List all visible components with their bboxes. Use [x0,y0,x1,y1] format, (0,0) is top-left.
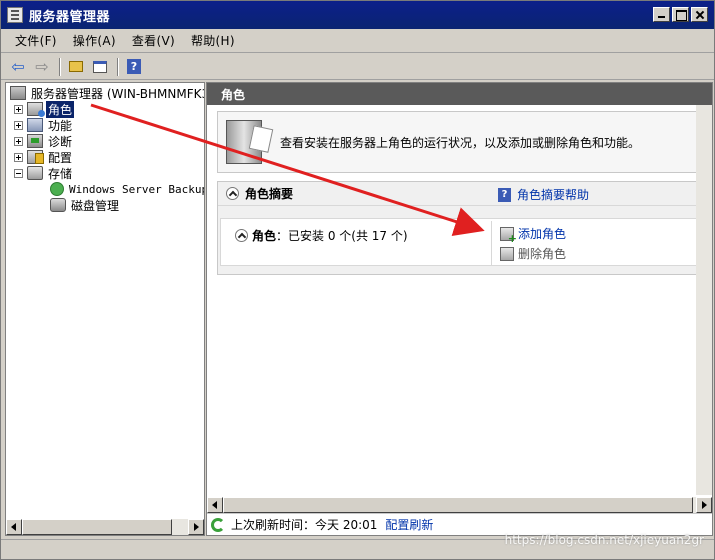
scroll-track[interactable] [223,497,696,513]
folder-up-icon [69,61,83,72]
scroll-right-button[interactable] [696,497,712,513]
roles-status: ：已安装 0 个(共 17 个) [276,229,408,243]
scroll-right-button[interactable] [188,519,204,535]
tree-root-label: 服务器管理器 (WIN-BHMNMFK33J [31,86,204,101]
collapse-roles-button[interactable] [235,229,248,242]
roles-summary-section: 角色摘要 ? 角色摘要帮助 角色 ：已安装 0 个(共 17 个) 添加角色 [217,181,707,275]
expand-toggle[interactable] [14,152,23,162]
roles-summary-body: 角色 ：已安装 0 个(共 17 个) 添加角色 删除角色 [220,218,706,266]
menu-help[interactable]: 帮助(H) [183,32,243,49]
tree-item-diagnostics[interactable]: 诊断 [14,133,74,149]
toolbar-separator [59,57,61,76]
console-tree-icon [93,60,107,73]
tree-item-label: 诊断 [48,134,73,149]
menu-view[interactable]: 查看(V) [124,32,183,49]
window-controls [653,7,708,22]
window-title: 服务器管理器 [29,9,111,25]
scroll-left-button[interactable] [207,497,223,513]
scroll-thumb[interactable] [22,519,172,535]
tree-item-features[interactable]: 功能 [14,117,74,133]
add-role-icon [500,226,517,245]
menu-file[interactable]: 文件(F) [7,32,65,49]
tree-item-label: 角色 [46,100,75,118]
tree-item-label: 配置 [48,150,73,165]
storage-icon [27,166,43,180]
tree-item-label: Windows Server Backup [69,182,204,196]
tree-horizontal-scrollbar[interactable] [6,519,204,535]
expand-toggle[interactable] [14,136,23,146]
help-link-label: 角色摘要帮助 [517,188,590,202]
disk-icon [50,198,66,212]
expand-toggle[interactable] [14,104,23,114]
maximize-button[interactable] [672,7,689,22]
back-button[interactable]: ⇦ [7,57,29,77]
last-refresh-text: 上次刷新时间：今天 20:01 [231,518,378,532]
diagnostics-icon [27,134,43,148]
roles-server-icon [226,120,262,164]
forward-arrow-icon: ⇨ [35,57,49,76]
server-manager-icon [7,7,23,23]
console-tree: 服务器管理器 (WIN-BHMNMFK33J 角色 功能 诊断 配置 存储 Wi… [6,83,204,519]
minimize-button[interactable] [653,7,670,22]
collapse-section-button[interactable] [226,187,239,200]
title-bar[interactable]: 服务器管理器 [1,1,714,29]
features-icon [27,118,43,132]
refresh-status-bar: 上次刷新时间：今天 20:01 配置刷新 [207,513,712,535]
details-header: 角色 [207,83,712,105]
intro-panel: 查看安装在服务器上角色的运行状况，以及添加或删除角色和功能。 [217,111,707,173]
section-title: 角色摘要 [245,187,294,201]
roles-actions: 添加角色 删除角色 [491,221,705,265]
section-header: 角色摘要 ? 角色摘要帮助 [218,182,706,206]
details-pane: 角色 查看安装在服务器上角色的运行状况，以及添加或删除角色和功能。 角色摘要 ?… [206,82,713,536]
configuration-icon [27,150,44,164]
scroll-left-button[interactable] [6,519,22,535]
help-icon: ? [127,59,141,74]
server-manager-window: 服务器管理器 文件(F) 操作(A) 查看(V) 帮助(H) ⇦ ⇨ ? 服务器… [0,0,715,560]
tree-root[interactable]: 服务器管理器 (WIN-BHMNMFK33J [10,85,204,101]
remove-role-icon [500,246,514,261]
scroll-track[interactable] [22,519,188,535]
help-button[interactable]: ? [123,57,145,77]
menu-action[interactable]: 操作(A) [65,32,124,49]
scroll-thumb[interactable] [223,497,693,513]
close-button[interactable] [691,7,708,22]
show-hide-tree-button[interactable] [89,57,111,77]
configure-refresh-link[interactable]: 配置刷新 [385,516,433,533]
toolbar-separator [117,57,119,76]
intro-text: 查看安装在服务器上角色的运行状况，以及添加或删除角色和功能。 [280,135,641,150]
details-horizontal-scrollbar[interactable] [207,497,712,513]
expand-toggle[interactable] [14,120,23,130]
up-folder-button[interactable] [65,57,87,77]
help-icon: ? [498,187,511,202]
forward-button[interactable]: ⇨ [31,57,53,77]
remove-roles-link[interactable]: 删除角色 [500,245,566,262]
server-icon [10,86,26,100]
add-roles-link[interactable]: 添加角色 [500,225,567,245]
tree-item-configuration[interactable]: 配置 [14,149,74,165]
add-roles-label: 添加角色 [518,227,567,241]
tree-item-roles[interactable]: 角色 [14,100,75,118]
roles-summary-help-link[interactable]: ? 角色摘要帮助 [498,186,589,203]
tree-item-disk-management[interactable]: 磁盘管理 [50,197,121,213]
roles-label: 角色 [252,229,277,243]
tree-item-label: 功能 [48,118,73,133]
back-arrow-icon: ⇦ [11,57,25,76]
tree-item-label: 磁盘管理 [71,198,120,213]
tree-item-storage[interactable]: 存储 [14,165,74,181]
console-tree-pane: 服务器管理器 (WIN-BHMNMFK33J 角色 功能 诊断 配置 存储 Wi… [5,82,205,536]
collapse-toggle[interactable] [14,168,23,178]
roles-installed-line: 角色 ：已安装 0 个(共 17 个) [235,227,408,244]
remove-roles-label: 删除角色 [518,247,567,261]
watermark-text: https://blog.csdn.net/xjieyuan2gr [504,533,704,547]
menu-bar: 文件(F) 操作(A) 查看(V) 帮助(H) [1,29,714,53]
tree-item-windows-server-backup[interactable]: Windows Server Backup [50,181,204,197]
details-vertical-scrollbar[interactable] [696,105,712,495]
refresh-icon [211,517,225,532]
backup-icon [50,182,64,196]
roles-icon [27,102,45,117]
tree-item-label: 存储 [48,166,73,181]
toolbar: ⇦ ⇨ ? [1,54,714,80]
